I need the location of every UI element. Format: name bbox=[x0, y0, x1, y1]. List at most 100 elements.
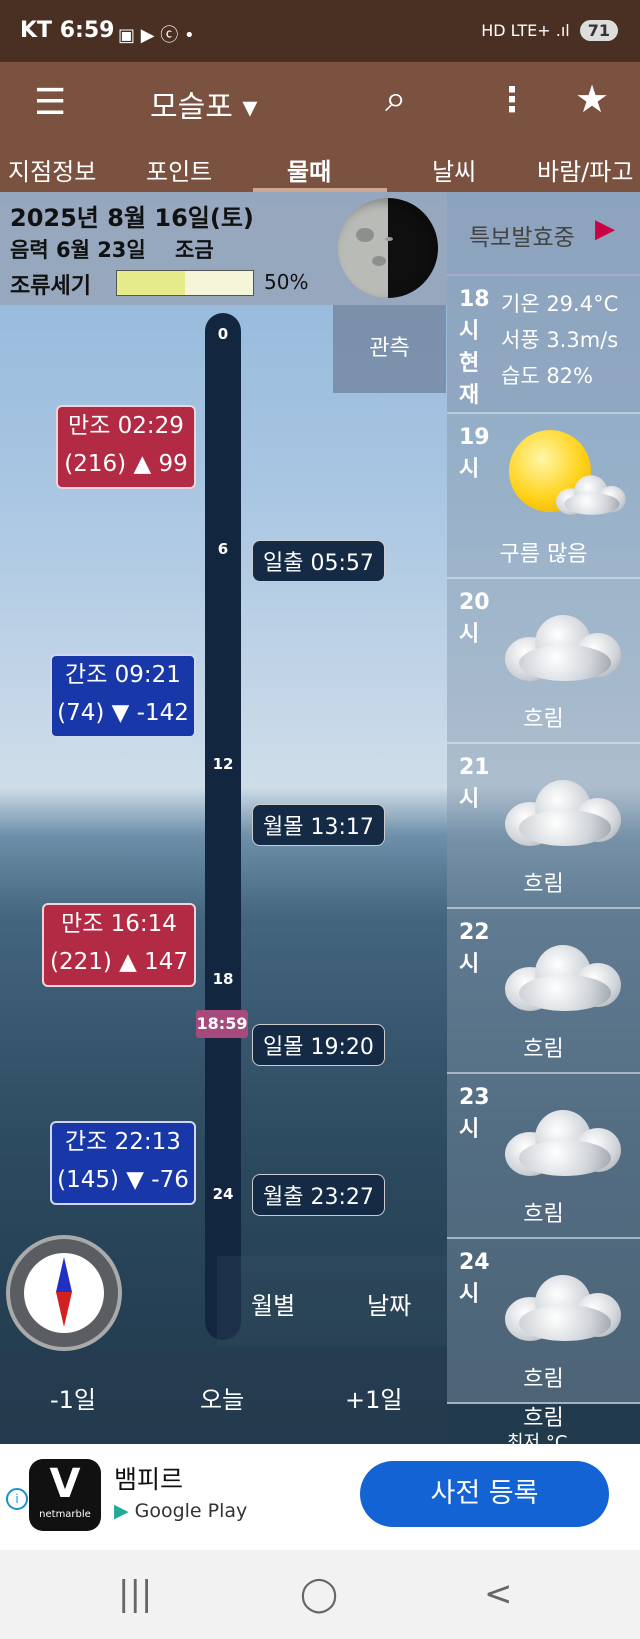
alert-label: 특보발효중 bbox=[469, 225, 575, 251]
moonrise-event: 월출 23:27 bbox=[252, 1174, 385, 1216]
hour-label: 20시 bbox=[459, 590, 490, 647]
tick-24: 24 bbox=[212, 1185, 234, 1203]
hour-label: 19시 bbox=[459, 425, 490, 482]
ad-banner[interactable]: i V netmarble 뱀피르 ▶ Google Play 사전 등록 bbox=[0, 1444, 640, 1550]
more-options-icon[interactable]: ⋮ bbox=[495, 80, 529, 120]
ad-app-logo: V netmarble bbox=[29, 1459, 101, 1531]
wind: 서풍 3.3m/s bbox=[501, 328, 619, 352]
hourly-row: 23시 흐림 bbox=[447, 1074, 640, 1239]
hourly-row: 20시흐림 bbox=[447, 579, 640, 744]
humidity: 습도 82% bbox=[501, 364, 593, 388]
ad-info-icon[interactable]: i bbox=[6, 1488, 28, 1510]
tab-points[interactable]: 포인트 bbox=[146, 152, 212, 187]
favorite-star-icon[interactable]: ★ bbox=[575, 77, 609, 121]
observation-button[interactable]: 관측 bbox=[333, 305, 446, 393]
tide-height: (145) ▼ -76 bbox=[57, 1167, 189, 1193]
high-tide-1: 만조 02:29 (216) ▲ 99 bbox=[56, 405, 196, 489]
tide-height: (216) ▲ 99 bbox=[64, 451, 188, 477]
current-weather-info: 기온 29.4°C 서풍 3.3m/s 습도 82% bbox=[501, 286, 618, 394]
tick-6: 6 bbox=[217, 540, 229, 558]
time-scale[interactable]: 0 6 12 18 24 bbox=[205, 313, 241, 1340]
tide-time: 만조 02:29 bbox=[68, 413, 184, 439]
hourly-row: 19시구름 많음 bbox=[447, 414, 640, 579]
by-date-button[interactable]: 날짜 bbox=[367, 1286, 411, 1321]
carrier-time: KT 6:59 bbox=[20, 18, 115, 43]
menu-icon[interactable]: ☰ bbox=[34, 82, 66, 123]
condition-label: 흐림 bbox=[523, 1037, 564, 1062]
current-weather: 18시현재 기온 29.4°C 서풍 3.3m/s 습도 82% bbox=[447, 276, 640, 414]
status-right: HD LTE+ .ıl 71 bbox=[481, 20, 618, 41]
hourly-row: 24시흐림 bbox=[447, 1239, 640, 1404]
condition-label: 흐림 bbox=[523, 1202, 564, 1227]
home-icon[interactable]: ◯ bbox=[300, 1574, 338, 1614]
hour-label: 21시 bbox=[459, 755, 490, 812]
system-navigation: ||| ◯ < bbox=[0, 1550, 640, 1639]
search-icon[interactable]: ⌕ bbox=[385, 76, 406, 121]
hour-label: 22시 bbox=[459, 920, 490, 977]
back-icon[interactable]: < bbox=[484, 1574, 513, 1614]
tide-height: (221) ▲ 147 bbox=[49, 949, 189, 975]
lunar-date: 음력 6월 23일 조금 bbox=[10, 234, 214, 264]
low-tide-2: 간조 22:13 (145) ▼ -76 bbox=[50, 1121, 196, 1205]
moonset-event: 월몰 13:17 bbox=[252, 804, 385, 846]
logo-brand: netmarble bbox=[39, 1509, 91, 1520]
cloud-icon bbox=[505, 1275, 625, 1341]
tide-strength-percent: 50% bbox=[264, 270, 309, 294]
logo-mark: V bbox=[49, 1461, 81, 1507]
condition-label: 구름 많음 bbox=[499, 542, 588, 567]
tide-time: 만조 16:14 bbox=[61, 911, 177, 937]
location-dropdown[interactable]: 모슬포 ▾ bbox=[150, 82, 257, 126]
monthly-button[interactable]: 월별 bbox=[251, 1286, 295, 1321]
status-bar: KT 6:59 ▣ ▶ ⓒ • HD LTE+ .ıl 71 bbox=[0, 0, 640, 62]
moon-phase-icon bbox=[338, 198, 438, 298]
tide-strength-label: 조류세기 bbox=[10, 274, 91, 299]
tick-18: 18 bbox=[212, 970, 234, 988]
tide-time: 간조 09:21 bbox=[65, 662, 181, 688]
ad-cta-button[interactable]: 사전 등록 bbox=[360, 1461, 609, 1527]
tab-site-info[interactable]: 지점정보 bbox=[8, 152, 96, 187]
tide-time: 간조 22:13 bbox=[65, 1129, 181, 1155]
tab-bar: 지점정보 포인트 물때 날씨 바람/파고 bbox=[0, 144, 640, 192]
recent-apps-icon[interactable]: ||| bbox=[118, 1574, 152, 1614]
compass-icon[interactable] bbox=[6, 1235, 122, 1351]
today-button[interactable]: 오늘 bbox=[200, 1380, 244, 1415]
temperature: 기온 29.4°C bbox=[501, 292, 619, 316]
cloud-icon bbox=[505, 1110, 625, 1176]
app-bar: ☰ 모슬포 ▾ ⌕ ⋮ ★ bbox=[0, 62, 640, 144]
condition-label: 흐림 bbox=[523, 872, 564, 897]
cloud-icon bbox=[505, 780, 625, 846]
sunset-event: 일몰 19:20 bbox=[252, 1024, 385, 1066]
cloud-icon bbox=[505, 945, 625, 1011]
tide-height: (74) ▼ -142 bbox=[57, 700, 189, 726]
date-label[interactable]: 2025년 8월 16일(토) bbox=[10, 198, 254, 233]
date-header: 2025년 8월 16일(토) 음력 6월 23일 조금 조류세기 50% bbox=[0, 192, 447, 305]
condition-label: 흐림 bbox=[523, 1367, 564, 1392]
tab-tides[interactable]: 물때 bbox=[287, 152, 331, 187]
ad-store: ▶ Google Play bbox=[114, 1500, 247, 1522]
current-time-marker: 18:59 bbox=[196, 1010, 248, 1038]
hour-label: 24시 bbox=[459, 1250, 490, 1307]
tide-phase: 조금 bbox=[175, 238, 214, 262]
store-name: Google Play bbox=[134, 1500, 248, 1522]
tide-strength-bar bbox=[116, 270, 254, 296]
weather-column: 특보발효중 ▶ 18시현재 기온 29.4°C 서풍 3.3m/s 습도 82%… bbox=[447, 192, 640, 1453]
cloud-icon bbox=[505, 615, 625, 681]
tick-12: 12 bbox=[212, 755, 234, 773]
battery-icon: 71 bbox=[579, 20, 618, 41]
sunrise-event: 일출 05:57 bbox=[252, 540, 385, 582]
next-day-button[interactable]: +1일 bbox=[345, 1380, 402, 1415]
network-icon: HD LTE+ .ıl bbox=[481, 21, 570, 40]
high-tide-2: 만조 16:14 (221) ▲ 147 bbox=[42, 903, 196, 987]
app-screen: KT 6:59 ▣ ▶ ⓒ • HD LTE+ .ıl 71 ☰ 모슬포 ▾ ⌕… bbox=[0, 0, 640, 1639]
ad-app-name: 뱀피르 bbox=[114, 1465, 184, 1494]
condition-label: 흐림 bbox=[523, 707, 564, 732]
play-store-icon: ▶ bbox=[114, 1500, 129, 1522]
lunar-date-text: 음력 6월 23일 bbox=[10, 238, 146, 262]
alert-button[interactable]: 특보발효중 ▶ bbox=[447, 192, 640, 276]
day-navigation: -1일 오늘 +1일 bbox=[0, 1352, 447, 1444]
tab-wind-wave[interactable]: 바람/파고 bbox=[537, 152, 633, 187]
prev-day-button[interactable]: -1일 bbox=[50, 1380, 96, 1415]
partly-cloudy-icon bbox=[556, 475, 628, 515]
tab-weather[interactable]: 날씨 bbox=[432, 152, 476, 187]
play-arrow-icon: ▶ bbox=[595, 214, 615, 244]
